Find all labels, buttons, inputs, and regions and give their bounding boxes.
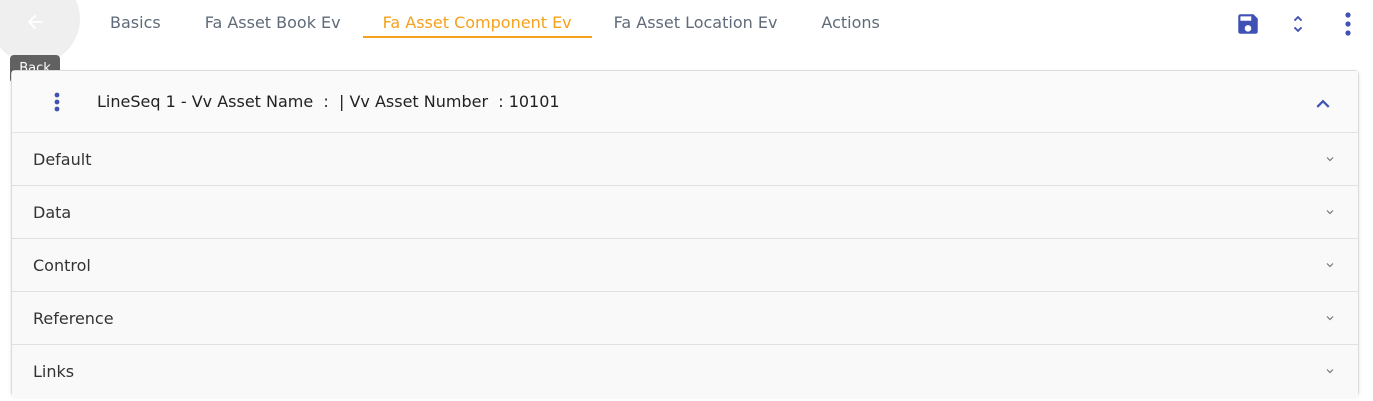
tab-fa-asset-book-ev[interactable]: Fa Asset Book Ev xyxy=(183,0,363,38)
chevron-down-icon xyxy=(1326,369,1334,374)
more-options-button[interactable] xyxy=(1323,0,1373,48)
section-control[interactable]: Control xyxy=(12,239,1358,292)
save-icon xyxy=(1238,14,1258,34)
section-data[interactable]: Data xyxy=(12,186,1358,239)
line-panel: LineSeq 1 - Vv Asset Name : | Vv Asset N… xyxy=(11,70,1359,398)
section-links[interactable]: Links xyxy=(12,345,1358,398)
save-button[interactable] xyxy=(1223,0,1273,48)
more-vertical-icon xyxy=(54,92,60,112)
section-label: Links xyxy=(33,362,75,381)
more-vertical-icon xyxy=(1345,12,1351,36)
line-menu-button[interactable] xyxy=(42,89,72,119)
tab-fa-asset-location-ev[interactable]: Fa Asset Location Ev xyxy=(592,0,800,38)
panel-title: LineSeq 1 - Vv Asset Name : | Vv Asset N… xyxy=(97,92,560,111)
chevron-down-icon xyxy=(1326,157,1334,162)
expand-collapse-button[interactable] xyxy=(1273,0,1323,48)
collapse-button[interactable] xyxy=(1310,91,1336,117)
unfold-icon xyxy=(1293,15,1303,33)
section-label: Default xyxy=(33,150,92,169)
section-reference[interactable]: Reference xyxy=(12,292,1358,345)
tab-fa-asset-component-ev[interactable]: Fa Asset Component Ev xyxy=(362,0,592,38)
section-label: Control xyxy=(33,256,91,275)
chevron-down-icon xyxy=(1326,210,1334,215)
section-label: Reference xyxy=(33,309,114,328)
chevron-up-icon xyxy=(1316,99,1330,108)
section-label: Data xyxy=(33,203,72,222)
tab-actions[interactable]: Actions xyxy=(799,0,901,38)
chevron-down-icon xyxy=(1326,263,1334,268)
section-default[interactable]: Default xyxy=(12,133,1358,186)
chevron-down-icon xyxy=(1326,316,1334,321)
panel-header: LineSeq 1 - Vv Asset Name : | Vv Asset N… xyxy=(12,71,1358,133)
tab-bar: Basics Fa Asset Book Ev Fa Asset Compone… xyxy=(88,0,902,40)
tab-basics[interactable]: Basics xyxy=(88,0,183,38)
toolbar xyxy=(1223,0,1373,48)
arrow-left-icon xyxy=(27,14,43,30)
